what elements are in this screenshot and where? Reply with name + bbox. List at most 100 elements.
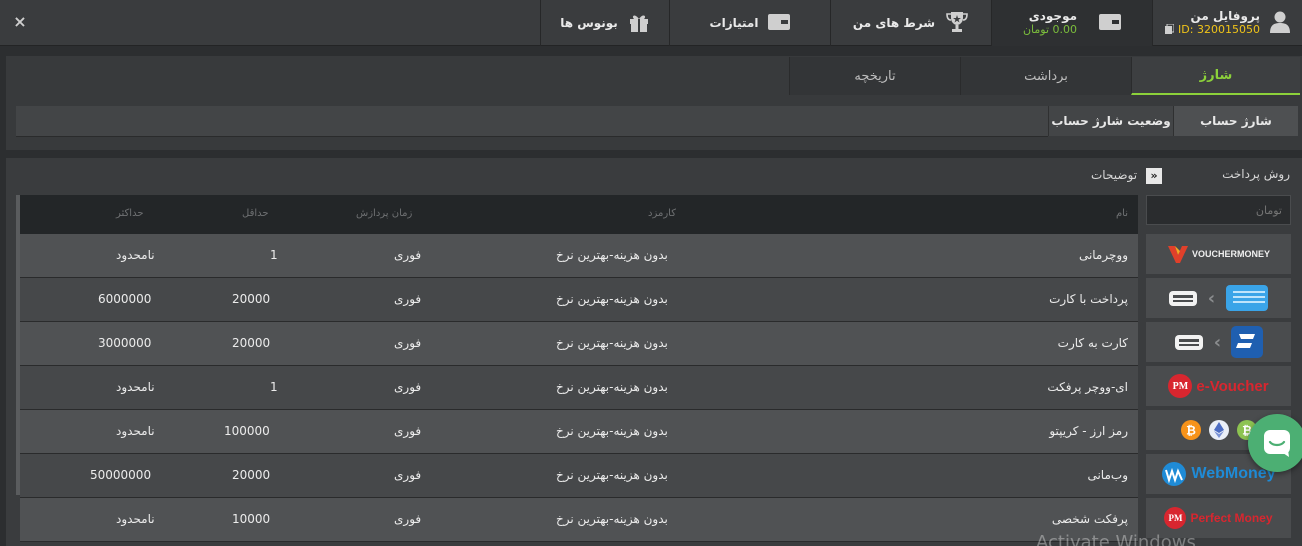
payment-panel: روش پرداخت » توضیحات نام کارمزد زمان پرد… (6, 158, 1302, 546)
tab-deposit-status[interactable]: وضعیت شارژ حساب (1048, 106, 1174, 136)
row-min: 1 (270, 248, 278, 262)
trophy-icon (945, 11, 969, 36)
row-name: ووچرمانی (1078, 248, 1128, 262)
row-min: 100000 (224, 424, 270, 438)
divider (16, 136, 1048, 137)
vouchermoney-logo[interactable]: VOUCHERMONEY (1146, 234, 1291, 274)
row-max: 6000000 (98, 292, 152, 306)
header-processing-time: زمان پردازش (356, 208, 413, 219)
chevron-left-icon: ‹ (1207, 287, 1216, 309)
sub-tabs-row: وضعیت شارژ حساب شارژ حساب (16, 106, 1298, 136)
table-row[interactable]: وب‌مانی بدون هزینه-بهترین نرخ فوری 20000… (20, 454, 1138, 498)
row-max: نامحدود (116, 424, 155, 438)
tab-bonuses-label: بونوس ها (560, 16, 618, 30)
row-time: فوری (394, 468, 422, 482)
row-min: 20000 (232, 336, 271, 350)
bank-card-icon (1226, 285, 1269, 311)
table-row[interactable]: ای-ووچر پرفکت بدون هزینه-بهترین نرخ فوری… (20, 366, 1138, 410)
row-time: فوری (394, 380, 422, 394)
tab-profile[interactable]: پروفایل من ID: 320015050 (1152, 0, 1302, 46)
top-header: × بونوس ها امتیازات شرط های من موجودی 0.… (0, 0, 1302, 46)
tab-history[interactable]: تاریخچه (789, 57, 960, 95)
header-fee: کارمزد (648, 208, 676, 219)
chat-icon (1264, 430, 1290, 457)
row-max: نامحدود (116, 248, 155, 262)
table-row[interactable]: رمز ارز - کریپتو بدون هزینه-بهترین نرخ ف… (20, 410, 1138, 454)
row-name: ای-ووچر پرفکت (1047, 380, 1128, 394)
row-name: پرداخت با کارت (1049, 292, 1128, 306)
perfect-money-logo-text: Perfect Money (1190, 511, 1273, 525)
tab-account-deposit[interactable]: شارژ حساب (1174, 106, 1298, 136)
row-max: نامحدود (116, 512, 155, 526)
tab-deposit[interactable]: شارژ (1131, 57, 1300, 95)
tab-withdraw[interactable]: برداشت (960, 57, 1131, 95)
row-fee: بدون هزینه-بهترین نرخ (556, 380, 668, 394)
row-min: 20000 (232, 468, 271, 482)
description-label: توضیحات (1091, 168, 1138, 182)
pm-badge-icon: PM (1168, 374, 1193, 398)
currency-field[interactable] (1146, 195, 1291, 225)
row-time: فوری (394, 336, 422, 350)
row-name: پرفکت شخصی (1051, 512, 1128, 526)
os-watermark: Activate Windows (1036, 532, 1196, 546)
wallet-icon (1099, 13, 1122, 33)
tab-balance[interactable]: موجودی 0.00 تومان (991, 0, 1152, 46)
account-panel: تاریخچه برداشت شارژ وضعیت شارژ حساب شارژ… (6, 56, 1302, 150)
tab-points-label: امتیازات (709, 16, 759, 30)
ethereum-icon (1208, 420, 1229, 440)
description-toggle-button[interactable]: » (1146, 168, 1162, 184)
table-row[interactable]: کارت به کارت بدون هزینه-بهترین نرخ فوری … (20, 322, 1138, 366)
row-max: 50000000 (90, 468, 152, 482)
card-payment-logo[interactable]: ‹ (1146, 278, 1291, 318)
tab-points[interactable]: امتیازات (669, 0, 830, 46)
user-icon (1269, 11, 1290, 36)
row-name: رمز ارز - کریپتو (1049, 424, 1128, 438)
row-fee: بدون هزینه-بهترین نرخ (556, 512, 668, 526)
row-fee: بدون هزینه-بهترین نرخ (556, 336, 668, 350)
payment-logos: VOUCHERMONEY ‹ ‹ PM e-Voucher ₿ ₿ WebMon… (1146, 234, 1291, 542)
chat-button[interactable] (1248, 414, 1302, 472)
tab-bonuses[interactable]: بونوس ها (540, 0, 669, 46)
pm-badge-icon: PM (1164, 507, 1187, 529)
row-fee: بدون هزینه-بهترین نرخ (556, 424, 668, 438)
table-row[interactable]: ووچرمانی بدون هزینه-بهترین نرخ فوری 1 نا… (20, 234, 1138, 278)
balance-label: موجودی (1028, 9, 1078, 23)
table-row[interactable]: پرداخت با کارت بدون هزینه-بهترین نرخ فور… (20, 278, 1138, 322)
row-time: فوری (394, 512, 422, 526)
perfect-evoucher-logo[interactable]: PM e-Voucher (1146, 366, 1291, 406)
copy-icon[interactable] (1165, 23, 1175, 37)
card-icon (1168, 291, 1197, 306)
row-name: وب‌مانی (1087, 468, 1128, 482)
row-min: 10000 (232, 512, 271, 526)
row-max: 3000000 (98, 336, 152, 350)
balance-amount: 0.00 تومان (1022, 23, 1078, 36)
table-row[interactable]: پرفکت شخصی بدون هزینه-بهترین نرخ فوری 10… (20, 498, 1138, 542)
row-name: کارت به کارت (1057, 336, 1128, 350)
payment-methods-label: روش پرداخت (1222, 167, 1290, 181)
row-min: 1 (270, 380, 278, 394)
row-time: فوری (394, 424, 422, 438)
card-to-card-logo[interactable]: ‹ (1146, 322, 1291, 362)
evoucher-logo-text: e-Voucher (1196, 377, 1269, 395)
bitcoin-icon: ₿ (1180, 420, 1201, 440)
chevron-left-icon: ‹ (1213, 331, 1222, 353)
close-button[interactable]: × (10, 12, 30, 32)
header-max: حداکثر (116, 208, 144, 219)
tab-my-bets-label: شرط های من (852, 16, 936, 30)
tab-my-bets[interactable]: شرط های من (830, 0, 991, 46)
table-header: نام کارمزد زمان پردازش حداقل حداکثر (20, 195, 1138, 234)
webmoney-globe-icon (1162, 462, 1187, 486)
row-time: فوری (394, 292, 422, 306)
header-name: نام (1115, 208, 1128, 219)
wallet-icon (768, 13, 791, 33)
row-fee: بدون هزینه-بهترین نرخ (556, 292, 668, 306)
header-min: حداقل (242, 208, 269, 219)
row-min: 20000 (232, 292, 271, 306)
row-fee: بدون هزینه-بهترین نرخ (556, 468, 668, 482)
vouchermoney-logo-text: VOUCHERMONEY (1191, 249, 1270, 259)
row-fee: بدون هزینه-بهترین نرخ (556, 248, 668, 262)
profile-id: ID: 320015050 (1178, 23, 1260, 36)
row-max: نامحدود (116, 380, 155, 394)
row-time: فوری (394, 248, 422, 262)
card-icon (1174, 335, 1203, 350)
